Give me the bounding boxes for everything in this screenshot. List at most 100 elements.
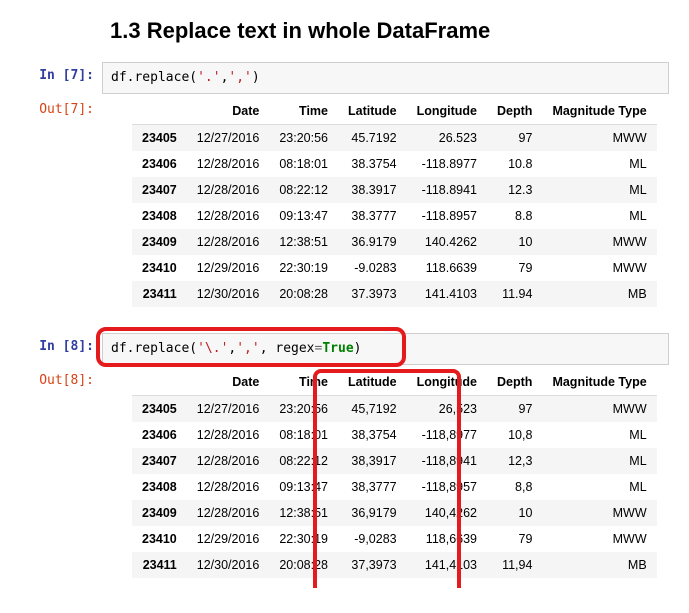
output-area-8: DateTimeLatitudeLongitudeDepthMagnitude … [102, 367, 669, 588]
row-index: 23410 [132, 526, 187, 552]
cell-value: MWW [542, 229, 656, 255]
cell-value: 12/28/2016 [187, 500, 270, 526]
cell-value: 12/28/2016 [187, 203, 270, 229]
row-index: 23405 [132, 125, 187, 152]
cell-value: MWW [542, 526, 656, 552]
row-index: 23409 [132, 229, 187, 255]
cell-value: 10 [487, 500, 542, 526]
cell-value: -9,0283 [338, 526, 407, 552]
section-title: 1.3 Replace text in whole DataFrame [110, 18, 669, 44]
cell-value: 23:20:56 [269, 125, 338, 152]
cell-value: 45,7192 [338, 396, 407, 423]
row-index: 23406 [132, 422, 187, 448]
cell-value: ML [542, 474, 656, 500]
cell-value: MB [542, 552, 656, 578]
column-header: Magnitude Type [542, 369, 656, 396]
code-cell-7[interactable]: df.replace('.',',') [102, 62, 669, 94]
cell-value: 22:30:19 [269, 255, 338, 281]
cell-value: 79 [487, 526, 542, 552]
column-header: Longitude [407, 98, 487, 125]
cell-value: 38,3917 [338, 448, 407, 474]
cell-value: 12/27/2016 [187, 396, 270, 423]
column-header: Latitude [338, 369, 407, 396]
cell-7-input: In [7]: df.replace('.',',') [20, 62, 669, 94]
table-row: 2341112/30/201620:08:2837,3973141,410311… [132, 552, 657, 578]
cell-value: -118.8957 [407, 203, 487, 229]
table-row: 2341012/29/201622:30:19-9,0283118,663979… [132, 526, 657, 552]
cell-value: -9.0283 [338, 255, 407, 281]
cell-value: -118.8941 [407, 177, 487, 203]
in-prompt-7: In [7]: [20, 62, 102, 83]
cell-value: 12/27/2016 [187, 125, 270, 152]
row-index: 23409 [132, 500, 187, 526]
cell-value: 140.4262 [407, 229, 487, 255]
table-row: 2341112/30/201620:08:2837.3973141.410311… [132, 281, 657, 307]
row-index: 23405 [132, 396, 187, 423]
cell-value: 38,3777 [338, 474, 407, 500]
cell-value: -118,8977 [407, 422, 487, 448]
cell-value: ML [542, 448, 656, 474]
cell-value: 10 [487, 229, 542, 255]
table-row: 2341012/29/201622:30:19-9.0283118.663979… [132, 255, 657, 281]
row-index: 23408 [132, 203, 187, 229]
cell-value: 10,8 [487, 422, 542, 448]
cell-value: 12:38:51 [269, 500, 338, 526]
cell-value: 36,9179 [338, 500, 407, 526]
code-cell-8[interactable]: df.replace('\.',',', regex=True) [102, 333, 669, 365]
cell-value: 8.8 [487, 203, 542, 229]
table-row: 2340612/28/201608:18:0138,3754-118,89771… [132, 422, 657, 448]
dataframe-table-8: DateTimeLatitudeLongitudeDepthMagnitude … [132, 369, 657, 578]
cell-value: 38.3777 [338, 203, 407, 229]
cell-value: 22:30:19 [269, 526, 338, 552]
table-row: 2340812/28/201609:13:4738,3777-118,89578… [132, 474, 657, 500]
cell-value: 37,3973 [338, 552, 407, 578]
cell-value: 45.7192 [338, 125, 407, 152]
cell-value: 36.9179 [338, 229, 407, 255]
cell-value: 38.3754 [338, 151, 407, 177]
cell-value: 118,6639 [407, 526, 487, 552]
cell-value: 11,94 [487, 552, 542, 578]
in-prompt-8: In [8]: [20, 333, 102, 354]
cell-value: -118.8977 [407, 151, 487, 177]
cell-value: 20:08:28 [269, 281, 338, 307]
cell-value: 37.3973 [338, 281, 407, 307]
cell-value: 09:13:47 [269, 474, 338, 500]
cell-value: 10.8 [487, 151, 542, 177]
cell-value: 12,3 [487, 448, 542, 474]
cell-value: 12/28/2016 [187, 448, 270, 474]
output-area-7: DateTimeLatitudeLongitudeDepthMagnitude … [102, 96, 669, 317]
cell-value: ML [542, 177, 656, 203]
table-row: 2340712/28/201608:22:1238.3917-118.89411… [132, 177, 657, 203]
cell-value: 97 [487, 125, 542, 152]
column-header: Date [187, 98, 270, 125]
cell-8-input: In [8]: df.replace('\.',',', regex=True) [20, 333, 669, 365]
cell-value: 97 [487, 396, 542, 423]
cell-value: 11.94 [487, 281, 542, 307]
table-row: 2340912/28/201612:38:5136.9179140.426210… [132, 229, 657, 255]
row-index: 23407 [132, 448, 187, 474]
cell-value: ML [542, 203, 656, 229]
cell-value: 08:22:12 [269, 448, 338, 474]
cell-value: -118,8941 [407, 448, 487, 474]
cell-value: 141.4103 [407, 281, 487, 307]
cell-value: 12/29/2016 [187, 255, 270, 281]
cell-value: ML [542, 151, 656, 177]
cell-value: 118.6639 [407, 255, 487, 281]
cell-value: 12/28/2016 [187, 474, 270, 500]
cell-value: 09:13:47 [269, 203, 338, 229]
column-header: Depth [487, 98, 542, 125]
column-header: Latitude [338, 98, 407, 125]
cell-value: 26,523 [407, 396, 487, 423]
row-index: 23407 [132, 177, 187, 203]
column-header: Depth [487, 369, 542, 396]
column-header: Longitude [407, 369, 487, 396]
table-row: 2340712/28/201608:22:1238,3917-118,89411… [132, 448, 657, 474]
cell-value: 12/30/2016 [187, 552, 270, 578]
cell-value: 20:08:28 [269, 552, 338, 578]
cell-value: 38,3754 [338, 422, 407, 448]
cell-value: 12/28/2016 [187, 229, 270, 255]
table-row: 2340512/27/201623:20:5645.719226.52397MW… [132, 125, 657, 152]
cell-value: 12/29/2016 [187, 526, 270, 552]
cell-value: 08:22:12 [269, 177, 338, 203]
cell-value: 23:20:56 [269, 396, 338, 423]
